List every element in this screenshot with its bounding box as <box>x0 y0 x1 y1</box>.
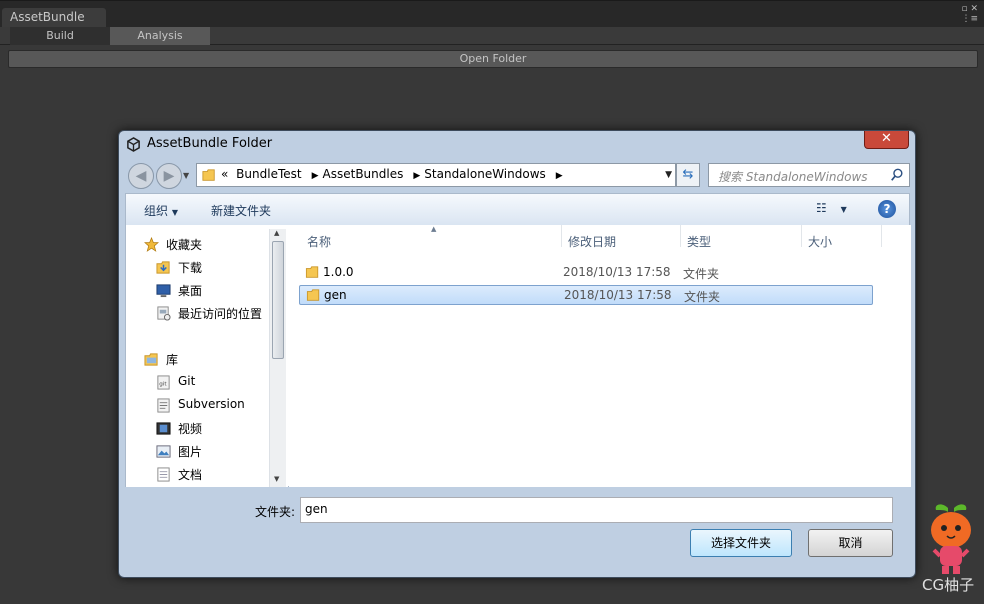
nav-favorites-label: 收藏夹 <box>166 238 203 252</box>
file-name: 1.0.0 <box>323 265 354 279</box>
picture-library-icon <box>156 445 171 458</box>
nav-libraries-label: 库 <box>166 353 179 367</box>
view-options-button[interactable]: ☷ ▼ <box>816 201 847 215</box>
chevron-right-icon[interactable]: ▶ <box>556 171 563 181</box>
column-modified[interactable]: 修改日期 <box>568 233 616 250</box>
desktop-icon <box>156 284 171 298</box>
cancel-button[interactable]: 取消 <box>808 529 893 557</box>
folder-icon <box>306 289 320 301</box>
file-name: gen <box>324 288 347 302</box>
content-area: 收藏夹 下载 桌面 最近访问的位置 库 git Git Subversion 视… <box>125 225 911 487</box>
refresh-button[interactable]: ⇆ <box>676 163 700 187</box>
help-icon[interactable]: ? <box>878 200 896 218</box>
subversion-library-icon <box>157 398 170 413</box>
nav-scrollbar[interactable]: ▲ ▼ <box>269 229 286 487</box>
git-library-icon: git <box>157 375 170 390</box>
file-row-selected[interactable]: gen 2018/10/13 17:58 文件夹 <box>299 285 873 305</box>
scroll-up-arrow-icon[interactable]: ▲ <box>274 229 279 237</box>
tab-build[interactable]: Build <box>10 27 110 45</box>
command-bar: 组织 ▼ 新建文件夹 ☷ ▼ ? <box>125 193 910 225</box>
chevron-down-icon: ▼ <box>840 205 847 214</box>
column-divider[interactable] <box>801 225 802 247</box>
chevron-right-icon[interactable]: ▶ <box>413 171 420 181</box>
nav-pictures-label: 图片 <box>178 445 203 459</box>
address-dropdown-icon[interactable]: ▼ <box>665 170 672 180</box>
nav-recent-label: 最近访问的位置 <box>178 307 263 321</box>
folder-icon <box>202 169 215 181</box>
nav-git-label: Git <box>178 374 196 388</box>
chevron-down-icon: ▼ <box>171 208 178 217</box>
file-type: 文件夹 <box>683 267 720 281</box>
nav-videos-label: 视频 <box>178 422 203 436</box>
details-view-icon: ☷ <box>816 201 827 215</box>
star-icon <box>144 237 159 252</box>
search-input[interactable]: 搜索 StandaloneWindows <box>708 163 910 187</box>
close-button[interactable]: ✕ <box>864 131 909 149</box>
video-library-icon <box>156 422 171 435</box>
file-list: ▲ 名称 修改日期 类型 大小 1.0.0 2018/10/13 17:58 文… <box>289 225 911 487</box>
folder-icon <box>305 266 319 278</box>
file-modified: 2018/10/13 17:58 <box>563 265 671 279</box>
open-folder-button[interactable]: Open Folder <box>8 50 978 68</box>
unity-logo-icon <box>127 137 140 152</box>
dialog-title: AssetBundle Folder <box>147 136 273 151</box>
folder-name-input[interactable]: gen <box>300 497 893 523</box>
column-size[interactable]: 大小 <box>808 233 832 250</box>
column-divider[interactable] <box>680 225 681 247</box>
window-tab-assetbundle[interactable]: AssetBundle <box>2 8 106 27</box>
column-name[interactable]: 名称 <box>307 233 331 250</box>
folder-field-label: 文件夹: <box>255 505 296 519</box>
nav-subversion-label: Subversion <box>178 397 245 411</box>
breadcrumb-bundletest[interactable]: BundleTest <box>236 167 301 181</box>
recent-places-icon <box>157 306 171 321</box>
unity-titlebar: AssetBundle ▫ ✕ ⋮≡ <box>0 1 984 27</box>
breadcrumb-assetbundles[interactable]: AssetBundles <box>323 167 404 181</box>
organize-menu[interactable]: 组织 ▼ <box>144 202 178 219</box>
scrollbar-thumb[interactable] <box>272 241 284 359</box>
svg-text:git: git <box>159 381 167 387</box>
nav-documents-label: 文档 <box>178 468 203 482</box>
new-folder-button[interactable]: 新建文件夹 <box>211 202 271 219</box>
back-button[interactable]: ◀ <box>128 163 154 189</box>
tab-analysis[interactable]: Analysis <box>110 27 210 45</box>
watermark-text: CG柚子 <box>922 576 975 594</box>
forward-button[interactable]: ▶ <box>156 163 182 189</box>
folder-dialog: AssetBundle Folder ✕ ◀ ▶ ▼ « BundleTest ▶… <box>118 130 916 578</box>
library-icon <box>144 353 158 366</box>
sort-ascending-icon: ▲ <box>431 225 437 233</box>
breadcrumb-standalonewindows[interactable]: StandaloneWindows <box>424 167 545 181</box>
select-folder-button[interactable]: 选择文件夹 <box>690 529 792 557</box>
organize-label: 组织 <box>144 204 169 218</box>
address-bar[interactable]: « BundleTest ▶ AssetBundles ▶ StandaloneWind… <box>196 163 676 187</box>
nav-desktop-label: 桌面 <box>178 284 203 298</box>
search-placeholder: 搜索 StandaloneWindows <box>718 170 868 184</box>
column-divider[interactable] <box>561 225 562 247</box>
chevron-right-icon[interactable]: ▶ <box>312 171 319 181</box>
file-type: 文件夹 <box>684 290 721 304</box>
breadcrumb-overflow[interactable]: « <box>221 167 228 181</box>
column-type[interactable]: 类型 <box>687 233 711 250</box>
window-menu-icon[interactable]: ▫ ✕ ⋮≡ <box>961 4 978 24</box>
file-row[interactable]: 1.0.0 2018/10/13 17:58 文件夹 <box>299 263 873 283</box>
nav-downloads-label: 下载 <box>178 261 203 275</box>
scroll-down-arrow-icon[interactable]: ▼ <box>274 475 279 483</box>
navigation-pane: 收藏夹 下载 桌面 最近访问的位置 库 git Git Subversion 视… <box>126 225 288 487</box>
document-library-icon <box>157 467 170 482</box>
file-modified: 2018/10/13 17:58 <box>564 288 672 302</box>
breadcrumb: « BundleTest ▶ AssetBundles ▶ StandaloneWind… <box>221 167 567 181</box>
column-divider[interactable] <box>881 225 882 247</box>
unity-toolbar: Build Analysis <box>0 27 984 45</box>
search-icon[interactable] <box>890 168 904 182</box>
recent-pages-dropdown-icon[interactable]: ▼ <box>183 171 189 180</box>
downloads-folder-icon <box>156 261 170 274</box>
